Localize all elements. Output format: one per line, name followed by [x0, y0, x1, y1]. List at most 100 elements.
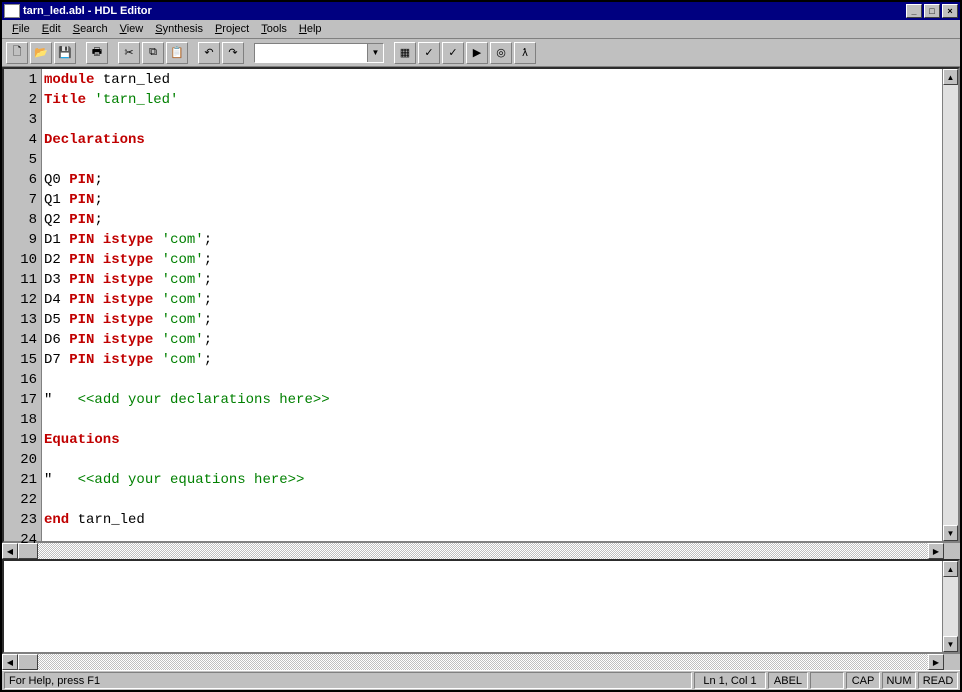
code-line[interactable]: D1 PIN istype 'com'; [42, 230, 942, 250]
scroll-track[interactable] [943, 85, 958, 525]
scroll-track[interactable] [943, 577, 958, 636]
line-number: 22 [4, 490, 41, 510]
scroll-left-button[interactable]: ◀ [2, 543, 18, 559]
code-line[interactable] [42, 150, 942, 170]
scroll-right-button[interactable]: ▶ [928, 654, 944, 670]
scroll-up-button[interactable]: ▲ [943, 561, 958, 577]
toolbar-save-button[interactable]: 💾 [54, 42, 76, 64]
status-blank [810, 672, 844, 689]
toolbar-paste-button[interactable]: 📋 [166, 42, 188, 64]
toolbar-new-button[interactable]: 🗋 [6, 42, 28, 64]
toolbar-arrow-button[interactable]: ▶ [466, 42, 488, 64]
dropdown-arrow-icon[interactable]: ▼ [367, 44, 383, 62]
code-line[interactable]: D3 PIN istype 'com'; [42, 270, 942, 290]
toolbar-target-button[interactable]: ◎ [490, 42, 512, 64]
toolbar-cut-button[interactable]: ✂ [118, 42, 140, 64]
line-number: 4 [4, 130, 41, 150]
status-num: NUM [882, 672, 916, 689]
line-number: 13 [4, 310, 41, 330]
code-line[interactable]: Title 'tarn_led' [42, 90, 942, 110]
line-number: 9 [4, 230, 41, 250]
menubar: FileEditSearchViewSynthesisProjectToolsH… [2, 20, 960, 39]
code-line[interactable] [42, 450, 942, 470]
status-cap: CAP [846, 672, 880, 689]
line-number: 17 [4, 390, 41, 410]
code-line[interactable]: Q2 PIN; [42, 210, 942, 230]
maximize-button[interactable]: □ [924, 4, 940, 18]
menu-view[interactable]: View [114, 21, 150, 37]
toolbar-compile-button[interactable]: ▦ [394, 42, 416, 64]
code-line[interactable]: end tarn_led [42, 510, 942, 530]
status-position: Ln 1, Col 1 [694, 672, 766, 689]
toolbar-redo-button[interactable]: ↷ [222, 42, 244, 64]
menu-edit[interactable]: Edit [36, 21, 67, 37]
line-number: 7 [4, 190, 41, 210]
toolbar-copy-button[interactable]: ⧉ [142, 42, 164, 64]
toolbar-print-button[interactable]: 🖶 [86, 42, 108, 64]
menu-tools[interactable]: Tools [255, 21, 293, 37]
code-line[interactable]: D6 PIN istype 'com'; [42, 330, 942, 350]
menu-file[interactable]: File [6, 21, 36, 37]
toolbar: 🗋📂💾🖶✂⧉📋↶↷▼▦✓✓▶◎ƛ [2, 39, 960, 67]
toolbar-check-button[interactable]: ✓ [418, 42, 440, 64]
scroll-left-button[interactable]: ◀ [2, 654, 18, 670]
close-button[interactable]: × [942, 4, 958, 18]
toolbar-open-button[interactable]: 📂 [30, 42, 52, 64]
scroll-track[interactable] [38, 654, 928, 670]
line-number: 11 [4, 270, 41, 290]
code-line[interactable]: D7 PIN istype 'com'; [42, 350, 942, 370]
code-line[interactable] [42, 490, 942, 510]
line-number: 18 [4, 410, 41, 430]
toolbar-check2-button[interactable]: ✓ [442, 42, 464, 64]
code-line[interactable]: Q1 PIN; [42, 190, 942, 210]
code-line[interactable]: Equations [42, 430, 942, 450]
scroll-thumb[interactable] [18, 543, 38, 559]
code-line[interactable]: D2 PIN istype 'com'; [42, 250, 942, 270]
menu-search[interactable]: Search [67, 21, 114, 37]
scroll-down-button[interactable]: ▼ [943, 636, 958, 652]
code-line[interactable]: " <<add your declarations here>> [42, 390, 942, 410]
code-line[interactable] [42, 110, 942, 130]
code-line[interactable] [42, 410, 942, 430]
scroll-thumb[interactable] [18, 654, 38, 670]
code-line[interactable] [42, 530, 942, 541]
output-vscrollbar[interactable]: ▲ ▼ [942, 561, 958, 652]
code-line[interactable]: module tarn_led [42, 70, 942, 90]
scroll-track[interactable] [38, 543, 928, 559]
code-line[interactable] [42, 370, 942, 390]
code-line[interactable]: Q0 PIN; [42, 170, 942, 190]
editor-hscrollbar[interactable]: ◀ ▶ [2, 543, 960, 559]
output-content[interactable] [4, 561, 942, 652]
code-area[interactable]: module tarn_ledTitle 'tarn_led' Declarati… [42, 69, 942, 541]
toolbar-lambda-button[interactable]: ƛ [514, 42, 536, 64]
app-window: tarn_led.abl - HDL Editor _ □ × FileEdit… [0, 0, 962, 692]
line-number: 3 [4, 110, 41, 130]
code-line[interactable]: " <<add your equations here>> [42, 470, 942, 490]
menu-help[interactable]: Help [293, 21, 328, 37]
window-title: tarn_led.abl - HDL Editor [23, 5, 906, 17]
editor-vscrollbar[interactable]: ▲ ▼ [942, 69, 958, 541]
line-number: 19 [4, 430, 41, 450]
titlebar: tarn_led.abl - HDL Editor _ □ × [2, 2, 960, 20]
code-line[interactable]: D5 PIN istype 'com'; [42, 310, 942, 330]
code-line[interactable]: Declarations [42, 130, 942, 150]
scroll-down-button[interactable]: ▼ [943, 525, 958, 541]
output-hscrollbar[interactable]: ◀ ▶ [2, 654, 960, 670]
line-number: 1 [4, 70, 41, 90]
toolbar-undo-button[interactable]: ↶ [198, 42, 220, 64]
line-number: 15 [4, 350, 41, 370]
line-number: 5 [4, 150, 41, 170]
minimize-button[interactable]: _ [906, 4, 922, 18]
toolbar-combo[interactable]: ▼ [254, 43, 384, 63]
line-number: 12 [4, 290, 41, 310]
menu-project[interactable]: Project [209, 21, 255, 37]
menu-synthesis[interactable]: Synthesis [149, 21, 209, 37]
line-number: 21 [4, 470, 41, 490]
code-line[interactable]: D4 PIN istype 'com'; [42, 290, 942, 310]
scroll-right-button[interactable]: ▶ [928, 543, 944, 559]
line-number: 6 [4, 170, 41, 190]
status-mode: ABEL [768, 672, 808, 689]
output-panel: ▲ ▼ [2, 559, 960, 654]
scroll-up-button[interactable]: ▲ [943, 69, 958, 85]
scroll-corner [944, 543, 960, 559]
